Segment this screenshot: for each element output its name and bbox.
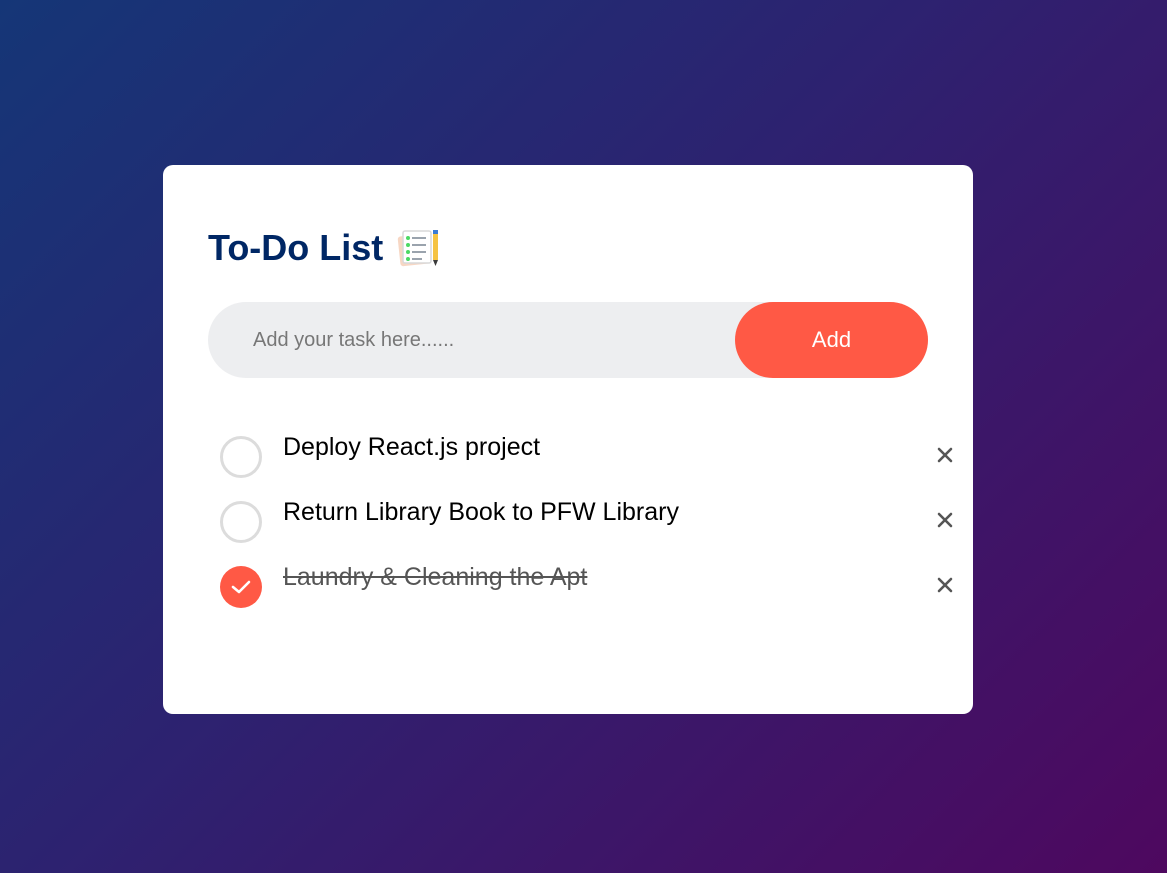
notepad-checklist-icon	[397, 228, 443, 268]
task-input-row: Add	[208, 301, 928, 379]
list-item[interactable]: Deploy React.js project	[208, 428, 953, 493]
add-button[interactable]: Add	[735, 302, 928, 378]
checked-circle-icon[interactable]	[220, 566, 262, 608]
task-label[interactable]: Laundry & Cleaning the Apt	[283, 561, 587, 593]
close-icon[interactable]	[930, 505, 960, 535]
close-icon[interactable]	[930, 440, 960, 470]
todo-card: To-Do List Add Dep	[163, 165, 973, 714]
list-item[interactable]: Return Library Book to PFW Library	[208, 493, 953, 558]
unchecked-circle-icon[interactable]	[220, 436, 262, 478]
list-item[interactable]: Laundry & Cleaning the Apt	[208, 558, 953, 623]
close-icon[interactable]	[930, 570, 960, 600]
task-list: Deploy React.js project Return Library B…	[208, 428, 953, 623]
unchecked-circle-icon[interactable]	[220, 501, 262, 543]
task-input[interactable]	[208, 301, 735, 379]
task-label[interactable]: Deploy React.js project	[283, 431, 540, 463]
task-label[interactable]: Return Library Book to PFW Library	[283, 496, 679, 528]
page-title: To-Do List	[208, 227, 384, 268]
header: To-Do List	[208, 227, 928, 269]
